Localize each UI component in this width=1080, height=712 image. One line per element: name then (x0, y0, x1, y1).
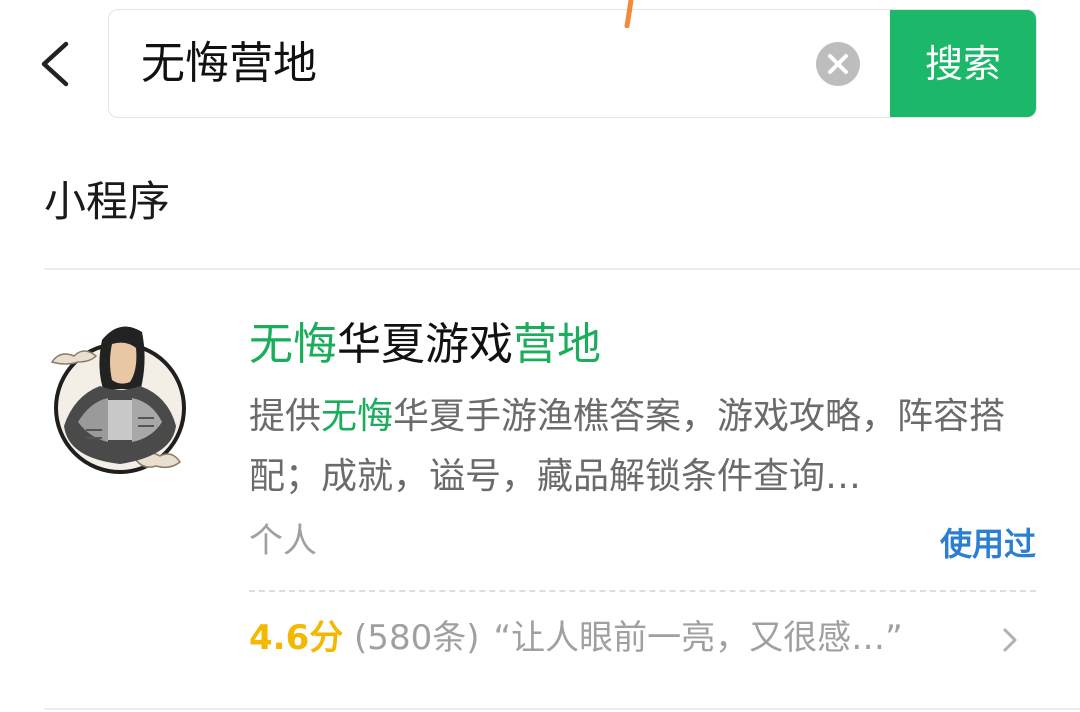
search-input[interactable] (141, 32, 801, 96)
review-quote: “让人眼前一亮，又很感…” (493, 618, 903, 658)
desc-highlight: 无悔 (321, 396, 394, 437)
title-highlight-1: 无悔 (249, 319, 337, 370)
mini-program-result[interactable]: 无悔华夏游戏营地 提供无悔华夏手游渔樵答案，游戏攻略，阵容搭配；成就，谥号，藏品… (0, 270, 1080, 708)
desc-part-1: 提供 (249, 396, 322, 437)
clear-circle-icon (828, 54, 848, 74)
rating-row[interactable]: 4.6分 (580条) “让人眼前一亮，又很感…” (249, 610, 903, 666)
used-badge: 使用过 (939, 525, 1036, 563)
search-box: 搜索 (108, 9, 1037, 118)
title-highlight-2: 营地 (513, 319, 601, 370)
bottom-divider (44, 708, 1080, 710)
result-title: 无悔华夏游戏营地 (249, 315, 601, 375)
annotation-stroke (624, 0, 634, 28)
mini-program-avatar (50, 326, 186, 474)
rating-count: (580条) (354, 618, 480, 658)
chevron-right-icon (1003, 628, 1017, 652)
result-description: 提供无悔华夏手游渔樵答案，游戏攻略，阵容搭配；成就，谥号，藏品解锁条件查询… (249, 387, 1039, 507)
chevron-left-icon (41, 41, 69, 87)
top-search-bar: 搜索 (0, 0, 1080, 130)
developer-type: 个人 (249, 521, 317, 561)
section-title: 小程序 (44, 177, 171, 226)
dashed-divider (249, 590, 1036, 592)
title-middle: 华夏游戏 (337, 319, 513, 370)
back-button[interactable] (36, 38, 76, 90)
clear-search-button[interactable] (816, 42, 860, 86)
rating-score: 4.6分 (249, 618, 344, 658)
search-button[interactable]: 搜索 (890, 10, 1036, 117)
